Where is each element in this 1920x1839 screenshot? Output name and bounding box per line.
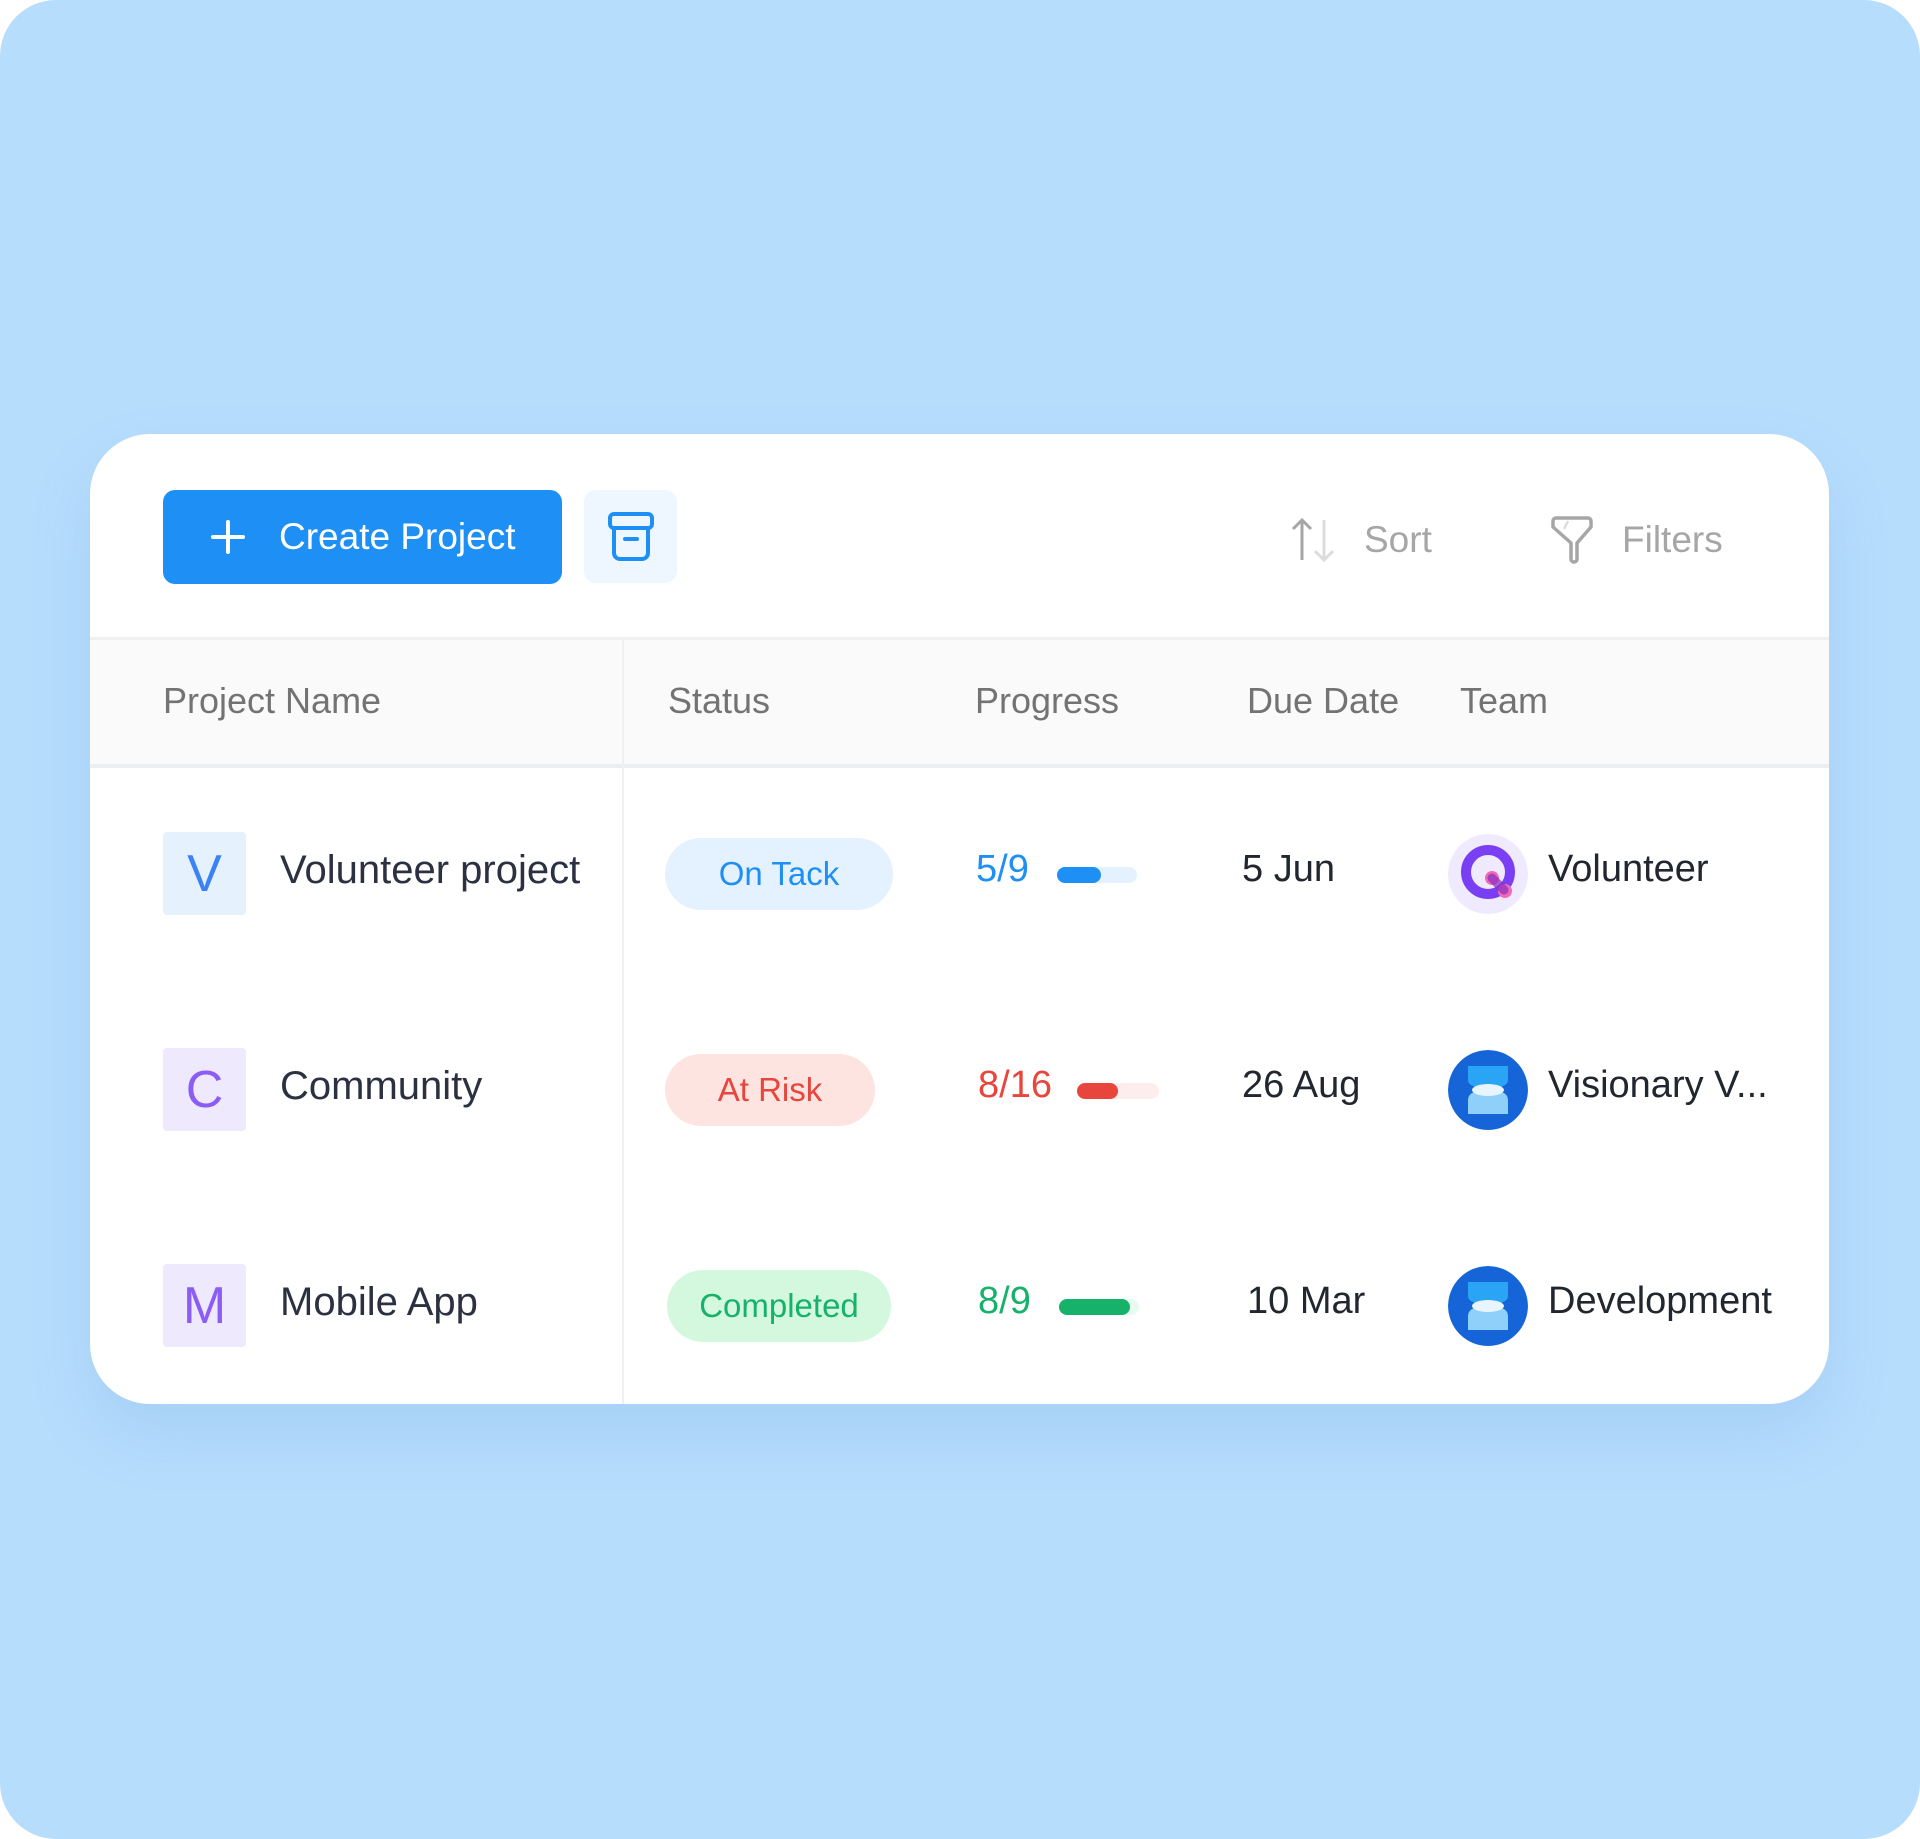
progress-bar-fill: [1057, 867, 1102, 883]
column-header-status[interactable]: Status: [668, 680, 770, 722]
progress-text: 5/9: [976, 848, 1029, 890]
project-name[interactable]: Volunteer project: [280, 848, 580, 893]
projects-card: Create Project Sort Filters Project Name…: [90, 434, 1829, 1404]
project-letter-icon: V: [163, 832, 246, 915]
progress-text: 8/9: [978, 1280, 1031, 1322]
project-name[interactable]: Mobile App: [280, 1280, 478, 1325]
column-header-progress[interactable]: Progress: [975, 680, 1119, 722]
project-name[interactable]: Community: [280, 1064, 482, 1109]
column-header-due-date[interactable]: Due Date: [1247, 680, 1399, 722]
progress-bar: [1077, 1083, 1159, 1099]
sort-label: Sort: [1364, 519, 1432, 560]
hourglass-logo-icon[interactable]: [1448, 1050, 1528, 1130]
column-header-team[interactable]: Team: [1460, 680, 1548, 722]
progress-bar: [1059, 1299, 1139, 1315]
status-badge: Completed: [667, 1270, 891, 1342]
table-header: Project Name Status Progress Due Date Te…: [90, 637, 1829, 768]
team-name[interactable]: Visionary V...: [1548, 1064, 1768, 1107]
team-name[interactable]: Volunteer: [1548, 848, 1709, 891]
project-letter-icon: M: [163, 1264, 246, 1347]
funnel-icon: [1551, 516, 1593, 564]
table-row[interactable]: V Volunteer project On Tack 5/9 5 Jun Vo…: [90, 766, 1829, 981]
progress-bar: [1057, 867, 1137, 883]
plus-icon: [211, 520, 245, 554]
create-project-button[interactable]: Create Project: [163, 490, 562, 584]
sort-arrows-icon: [1291, 517, 1335, 563]
table-row[interactable]: C Community At Risk 8/16 26 Aug Visionar…: [90, 982, 1829, 1197]
due-date: 5 Jun: [1242, 848, 1335, 890]
archive-button[interactable]: [584, 490, 677, 583]
column-header-project-name[interactable]: Project Name: [163, 680, 381, 722]
archive-box-icon: [607, 511, 654, 561]
q-logo-icon[interactable]: [1448, 834, 1528, 914]
table-row[interactable]: M Mobile App Completed 8/9 10 Mar Develo…: [90, 1198, 1829, 1404]
filters-label: Filters: [1622, 519, 1723, 560]
create-project-label: Create Project: [279, 516, 516, 557]
filters-button[interactable]: Filters: [1550, 512, 1723, 568]
due-date: 26 Aug: [1242, 1064, 1361, 1106]
progress-bar-fill: [1077, 1083, 1118, 1099]
status-badge: On Tack: [665, 838, 893, 910]
progress-text: 8/16: [978, 1064, 1052, 1106]
project-letter-icon: C: [163, 1048, 246, 1131]
hourglass-logo-icon[interactable]: [1448, 1266, 1528, 1346]
team-name[interactable]: Development: [1548, 1280, 1772, 1323]
sort-button[interactable]: Sort: [1290, 512, 1432, 568]
status-badge: At Risk: [665, 1054, 875, 1126]
progress-bar-fill: [1059, 1299, 1131, 1315]
due-date: 10 Mar: [1247, 1280, 1366, 1322]
